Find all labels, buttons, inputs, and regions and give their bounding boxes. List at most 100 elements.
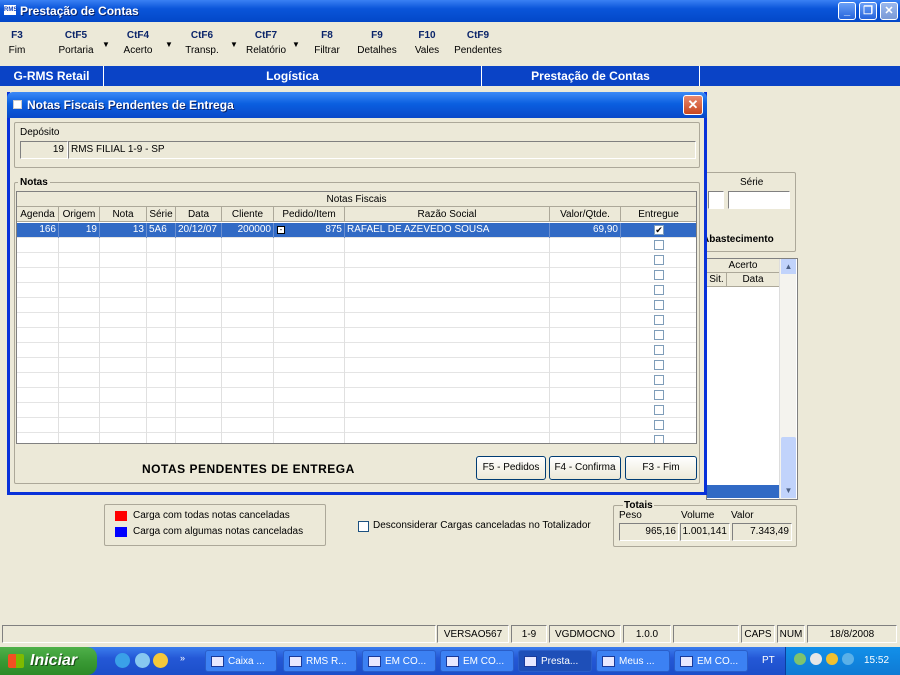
quicklaunch-icon[interactable]	[135, 653, 150, 668]
col-data[interactable]: Data	[176, 207, 222, 222]
entregue-checkbox[interactable]	[654, 375, 664, 385]
toolbar-filtrar-button[interactable]: F8 Filtrar	[310, 30, 344, 56]
fim-button[interactable]: F3 - Fim	[625, 456, 697, 480]
col-serie[interactable]: Série	[147, 207, 176, 222]
toolbar-vales-button[interactable]: F10 Vales	[412, 30, 442, 56]
table-row[interactable]	[17, 388, 696, 403]
col-origem[interactable]: Origem	[59, 207, 100, 222]
dropdown-arrow-icon[interactable]: ▼	[292, 40, 300, 49]
cell-razao	[345, 253, 550, 268]
cell-razao	[345, 433, 550, 443]
entregue-checkbox[interactable]	[654, 405, 664, 415]
col-entregue[interactable]: Entregue	[621, 207, 696, 222]
toolbar-fim-button[interactable]: F3 Fim	[4, 30, 30, 56]
background-selected-row[interactable]	[707, 485, 779, 498]
tray-icon[interactable]	[842, 653, 854, 665]
expand-icon[interactable]: -	[277, 226, 285, 234]
tray-app-icon[interactable]	[794, 653, 806, 665]
task-rms[interactable]: RMS R...	[283, 650, 357, 672]
task-prestacao[interactable]: Presta...	[518, 650, 592, 672]
volume-label: Volume	[681, 510, 715, 521]
cell-razao	[345, 373, 550, 388]
entregue-checkbox[interactable]	[654, 360, 664, 370]
entregue-checkbox[interactable]	[654, 285, 664, 295]
entregue-checkbox[interactable]	[654, 390, 664, 400]
col-agenda[interactable]: Agenda	[17, 207, 59, 222]
entregue-checkbox[interactable]	[654, 270, 664, 280]
entregue-checkbox[interactable]: ✔	[654, 225, 664, 235]
quicklaunch-expand-icon[interactable]: »	[180, 653, 185, 663]
entregue-checkbox[interactable]	[654, 240, 664, 250]
entregue-checkbox[interactable]	[654, 345, 664, 355]
scroll-down-icon[interactable]: ▼	[781, 483, 796, 498]
pedidos-button[interactable]: F5 - Pedidos	[476, 456, 546, 480]
ie-icon[interactable]	[115, 653, 130, 668]
start-button[interactable]: Iniciar	[0, 647, 97, 675]
table-row[interactable]: 166 19 13 5A6 20/12/07 200000- 875 RAFAEL DE AZ…	[17, 223, 696, 238]
cell-origem	[59, 418, 100, 433]
background-scrollbar[interactable]: ▲ ▼	[779, 259, 796, 499]
entregue-checkbox[interactable]	[654, 255, 664, 265]
entregue-checkbox[interactable]	[654, 300, 664, 310]
tray-icon[interactable]	[826, 653, 838, 665]
table-row[interactable]	[17, 328, 696, 343]
dropdown-arrow-icon[interactable]: ▼	[165, 40, 173, 49]
dialog-title: Notas Fiscais Pendentes de Entrega	[27, 98, 234, 112]
table-row[interactable]	[17, 298, 696, 313]
scroll-thumb[interactable]	[781, 437, 796, 485]
toolbar-transp-button[interactable]: CtF6 Transp.	[180, 30, 224, 56]
table-row[interactable]	[17, 358, 696, 373]
background-field[interactable]	[708, 191, 724, 209]
task-emco-3[interactable]: EM CO...	[674, 650, 748, 672]
table-row[interactable]	[17, 283, 696, 298]
cell-pedido-item	[274, 253, 345, 268]
table-row[interactable]	[17, 343, 696, 358]
table-row[interactable]	[17, 373, 696, 388]
clock[interactable]: 15:52	[864, 655, 889, 666]
col-razao-social[interactable]: Razão Social	[345, 207, 550, 222]
media-icon[interactable]	[153, 653, 168, 668]
task-emco-1[interactable]: EM CO...	[362, 650, 436, 672]
col-pedido-item[interactable]: Pedido/Item	[274, 207, 345, 222]
dropdown-arrow-icon[interactable]: ▼	[102, 40, 110, 49]
table-row[interactable]	[17, 433, 696, 443]
table-row[interactable]	[17, 313, 696, 328]
app-logo-icon: RMS	[4, 5, 18, 15]
toolbar-portaria-button[interactable]: CtF5 Portaria	[54, 30, 98, 56]
col-valor-qtde[interactable]: Valor/Qtde.	[550, 207, 621, 222]
task-icon	[446, 656, 459, 667]
table-row[interactable]	[17, 418, 696, 433]
desconsiderar-label[interactable]: Desconsiderar Cargas canceladas no Total…	[373, 520, 591, 531]
entregue-checkbox[interactable]	[654, 315, 664, 325]
language-indicator[interactable]: PT	[762, 655, 775, 666]
invoices-grid[interactable]: Notas Fiscais Agenda Origem Nota Série D…	[16, 191, 697, 444]
table-row[interactable]	[17, 403, 696, 418]
col-nota[interactable]: Nota	[100, 207, 147, 222]
cell-agenda	[17, 298, 59, 313]
desconsiderar-checkbox[interactable]	[358, 521, 369, 532]
table-row[interactable]	[17, 253, 696, 268]
entregue-checkbox[interactable]	[654, 435, 664, 443]
toolbar-relatorio-button[interactable]: CtF7 Relatório	[242, 30, 290, 56]
dialog-close-icon[interactable]: ✕	[683, 95, 703, 115]
close-icon[interactable]: ✕	[880, 2, 898, 20]
toolbar-detalhes-button[interactable]: F9 Detalhes	[355, 30, 399, 56]
scroll-up-icon[interactable]: ▲	[781, 259, 796, 274]
confirma-button[interactable]: F4 - Confirma	[549, 456, 621, 480]
restore-icon[interactable]: ❐	[859, 2, 877, 20]
entregue-checkbox[interactable]	[654, 420, 664, 430]
toolbar-pendentes-button[interactable]: CtF9 Pendentes	[452, 30, 504, 56]
cell-serie: 5A6	[147, 223, 176, 238]
dropdown-arrow-icon[interactable]: ▼	[230, 40, 238, 49]
toolbar-acerto-button[interactable]: CtF4 Acerto	[118, 30, 158, 56]
task-meus[interactable]: Meus ...	[596, 650, 670, 672]
table-row[interactable]	[17, 238, 696, 253]
task-emco-2[interactable]: EM CO...	[440, 650, 514, 672]
col-cliente[interactable]: Cliente	[222, 207, 274, 222]
minimize-icon[interactable]: _	[838, 2, 856, 20]
network-icon[interactable]	[810, 653, 822, 665]
serie-input[interactable]	[728, 191, 790, 209]
entregue-checkbox[interactable]	[654, 330, 664, 340]
table-row[interactable]	[17, 268, 696, 283]
task-caixa[interactable]: Caixa ...	[205, 650, 277, 672]
